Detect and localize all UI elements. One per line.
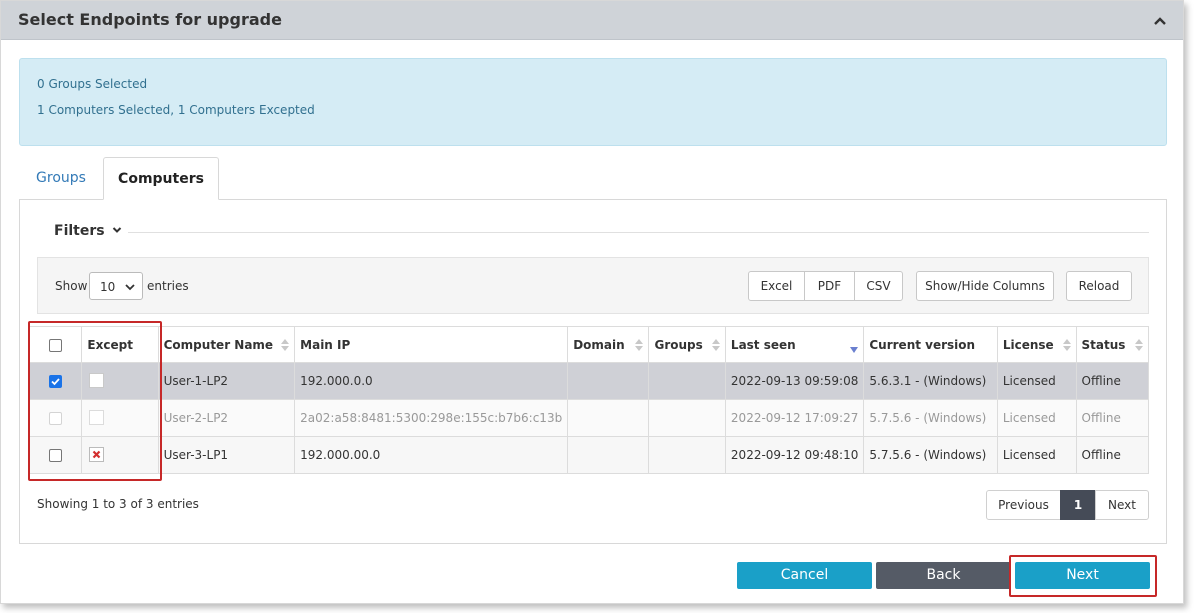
cell-computer-name: User-2-LP2 — [157, 399, 296, 437]
filters-divider — [36, 232, 1149, 233]
computers-selected-text: 1 Computers Selected, 1 Computers Except… — [37, 103, 315, 117]
cell-main-ip: 2a02:a58:8481:5300:298e:155c:b7b6:c13b — [294, 399, 569, 437]
header-label: License — [1002, 337, 1054, 352]
chevron-up-icon[interactable] — [1153, 14, 1167, 28]
except-checkbox[interactable] — [89, 447, 105, 462]
sort-icon — [635, 339, 644, 351]
header-last-seen[interactable]: Last seen — [724, 326, 865, 363]
next-button[interactable]: Next — [1015, 562, 1150, 589]
sort-icon — [281, 339, 290, 351]
header-groups[interactable]: Groups — [648, 326, 726, 363]
tab-computers[interactable]: Computers — [103, 157, 219, 200]
cell-current-version: 5.7.5.6 - (Windows) — [863, 436, 998, 474]
cell-computer-name: User-1-LP2 — [157, 362, 296, 400]
row-select-checkbox[interactable] — [49, 449, 63, 462]
pagination-page-1[interactable]: 1 — [1060, 490, 1096, 520]
header-current-version[interactable]: Current version — [863, 326, 998, 363]
entries-per-page-select[interactable]: 10 — [89, 272, 143, 300]
cell-status: Offline — [1075, 362, 1150, 400]
cell-license: Licensed — [996, 362, 1077, 400]
filters-label: Filters — [54, 223, 105, 239]
export-csv-button[interactable]: CSV — [854, 271, 903, 301]
pagination-previous[interactable]: Previous — [986, 490, 1061, 520]
cell-domain — [567, 436, 650, 474]
cell-current-version: 5.6.3.1 - (Windows) — [863, 362, 998, 400]
cell-last-seen: 2022-09-12 17:09:27 — [724, 399, 865, 437]
chevron-down-icon — [113, 227, 122, 233]
cell-groups — [648, 436, 726, 474]
cell-status: Offline — [1075, 436, 1150, 474]
row-select-cell — [28, 362, 83, 400]
header-label: Last seen — [730, 337, 796, 352]
header-label: Groups — [654, 337, 703, 352]
cell-last-seen: 2022-09-12 09:48:10 — [724, 436, 865, 474]
cell-groups — [648, 399, 726, 437]
header-label: Domain — [573, 337, 625, 352]
row-select-cell — [28, 399, 83, 437]
row-select-checkbox[interactable] — [49, 375, 63, 388]
table-row: User-2-LP2 2a02:a58:8481:5300:298e:155c:… — [28, 399, 1150, 437]
filters-toggle[interactable]: Filters — [36, 223, 129, 239]
select-all-checkbox[interactable] — [49, 338, 63, 352]
check-icon — [51, 378, 60, 386]
chevron-down-icon — [125, 284, 135, 291]
cell-status: Offline — [1075, 399, 1150, 437]
entries-value: 10 — [100, 280, 116, 294]
cell-main-ip: 192.000.00.0 — [294, 436, 569, 474]
table-header-row: Except Computer Name Main IP Domain Grou… — [28, 326, 1150, 363]
cell-last-seen: 2022-09-13 09:59:08 — [724, 362, 865, 400]
row-except-cell — [81, 399, 159, 437]
cell-groups — [648, 362, 726, 400]
table-row[interactable]: User-1-LP2 192.000.0.0 2022-09-13 09:59:… — [28, 362, 1150, 400]
cell-computer-name: User-3-LP1 — [157, 436, 296, 474]
header-status[interactable]: Status — [1075, 326, 1150, 363]
show-hide-columns-button[interactable]: Show/Hide Columns — [916, 271, 1054, 301]
reload-button[interactable]: Reload — [1066, 271, 1132, 301]
pagination-next[interactable]: Next — [1095, 490, 1149, 520]
sort-icon — [711, 339, 720, 351]
except-checkbox — [89, 410, 105, 425]
sort-desc-icon — [850, 347, 859, 353]
export-excel-button[interactable]: Excel — [748, 271, 805, 301]
tab-groups[interactable]: Groups — [19, 157, 103, 200]
cancel-button[interactable]: Cancel — [737, 562, 872, 589]
panel-header[interactable]: Select Endpoints for upgrade — [1, 1, 1183, 40]
row-select-cell — [28, 436, 83, 474]
header-except: Except — [81, 326, 159, 363]
table-info: Showing 1 to 3 of 3 entries — [37, 497, 199, 511]
cell-main-ip: 192.000.0.0 — [294, 362, 569, 400]
selection-summary: 0 Groups Selected 1 Computers Selected, … — [19, 58, 1167, 146]
sort-icon — [1135, 339, 1143, 351]
header-label: Status — [1081, 337, 1126, 352]
groups-selected-text: 0 Groups Selected — [37, 77, 148, 91]
header-label: Computer Name — [163, 337, 274, 352]
table-toolbar: Show 10 entries Excel PDF CSV Show/Hide … — [37, 257, 1149, 314]
cell-current-version: 5.7.5.6 - (Windows) — [863, 399, 998, 437]
header-computer-name[interactable]: Computer Name — [157, 326, 296, 363]
row-select-checkbox — [49, 412, 63, 425]
computers-table: Except Computer Name Main IP Domain Grou… — [28, 326, 1150, 474]
sort-icon — [1062, 339, 1071, 351]
cell-domain — [567, 362, 650, 400]
entries-label: entries — [147, 279, 189, 293]
close-icon — [93, 450, 101, 459]
header-domain[interactable]: Domain — [567, 326, 650, 363]
row-except-cell — [81, 362, 159, 400]
table-row[interactable]: User-3-LP1 192.000.00.0 2022-09-12 09:48… — [28, 436, 1150, 474]
panel-title: Select Endpoints for upgrade — [18, 10, 282, 29]
select-all-header — [28, 326, 83, 363]
row-except-cell — [81, 436, 159, 474]
back-button[interactable]: Back — [876, 562, 1011, 589]
upgrade-panel: Select Endpoints for upgrade 0 Groups Se… — [0, 0, 1184, 604]
header-license[interactable]: License — [996, 326, 1077, 363]
cell-domain — [567, 399, 650, 437]
cell-license: Licensed — [996, 436, 1077, 474]
export-pdf-button[interactable]: PDF — [804, 271, 855, 301]
cell-license: Licensed — [996, 399, 1077, 437]
header-main-ip[interactable]: Main IP — [294, 326, 569, 363]
show-label: Show — [55, 279, 88, 293]
except-checkbox[interactable] — [89, 373, 105, 388]
